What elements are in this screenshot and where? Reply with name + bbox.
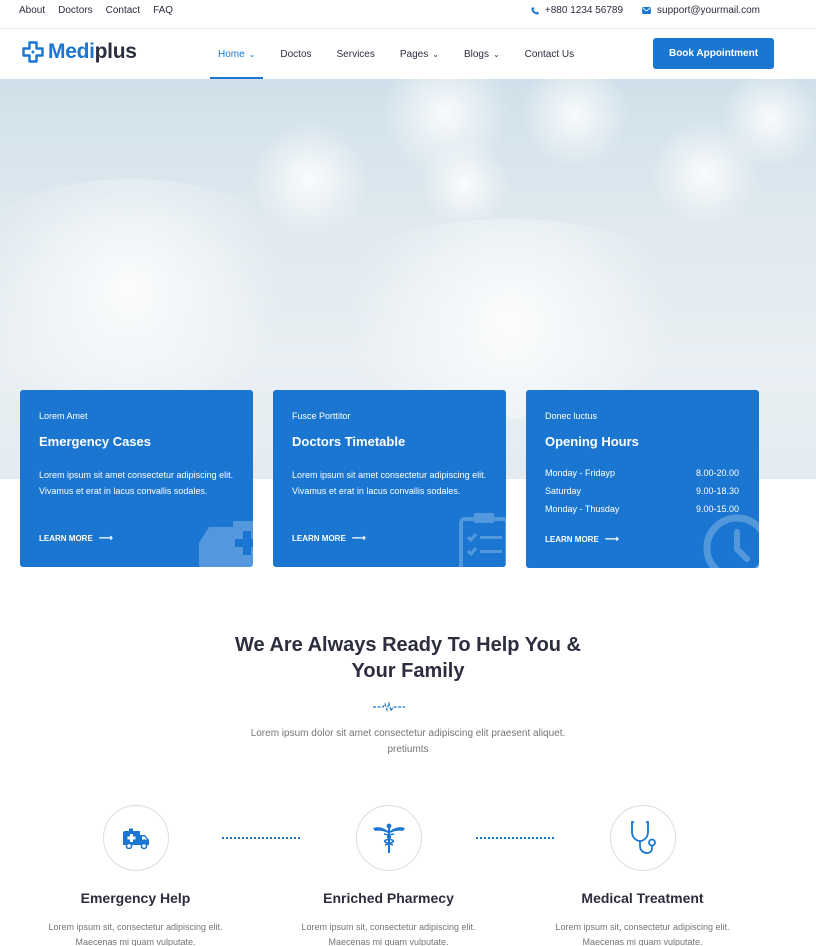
clock-icon — [703, 514, 759, 568]
service-description-line: Lorem ipsum sit, consectetur adipiscing … — [48, 922, 223, 932]
top-email[interactable]: support@yourmail.com — [642, 5, 760, 16]
learn-more-link[interactable]: LEARN MORE ⟶ — [545, 534, 619, 545]
learn-more-label: LEARN MORE — [292, 534, 346, 543]
arrow-right-icon: ⟶ — [604, 534, 620, 545]
logo-text-plus: plus — [94, 40, 137, 63]
service-icon-circle — [102, 805, 169, 871]
top-link-doctors[interactable]: Doctors — [58, 5, 92, 16]
card-kicker: Fusce Porttitor — [292, 411, 351, 421]
nav-home-label: Home — [218, 48, 245, 60]
nav-contact[interactable]: Contact Us — [525, 29, 574, 79]
card-kicker: Lorem Amet — [39, 411, 88, 421]
opening-hours-list: Monday - Fridayp 8.00-20.00 Saturday 9.00-… — [545, 464, 739, 518]
top-links: About Doctors Contact FAQ — [19, 5, 186, 16]
logo-text-medi: Medi — [48, 40, 95, 63]
main-header: Mediplus Home ⌄ Doctos Services Pages ⌄ Bl… — [0, 29, 816, 79]
service-medical-treatment: Medical Treatment Lorem ipsum sit, conse… — [516, 805, 769, 946]
service-description: Lorem ipsum sit, consectetur adipiscing … — [9, 920, 262, 946]
nav-services[interactable]: Services — [337, 29, 375, 79]
service-name: Emergency Help — [80, 890, 191, 906]
chevron-down-icon: ⌄ — [432, 49, 439, 59]
nav-doctors[interactable]: Doctos — [280, 29, 311, 79]
ambulance-icon — [199, 521, 253, 567]
hours-time: 8.00-20.00 — [695, 468, 739, 478]
feature-card-opening-hours: Donec luctus Opening Hours Monday - Frid… — [526, 390, 759, 568]
site-logo[interactable]: Mediplus — [22, 40, 137, 64]
hours-time: 9.00-18.30 — [695, 486, 739, 496]
chevron-down-icon: ⌄ — [248, 49, 256, 59]
service-icon-circle — [355, 805, 422, 871]
learn-more-label: LEARN MORE — [39, 534, 93, 543]
section-title-line: Your Family — [351, 660, 465, 682]
learn-more-link[interactable]: LEARN MORE ⟶ — [292, 533, 366, 544]
hero-bokeh — [300, 219, 720, 419]
stethoscope-icon — [630, 821, 656, 854]
card-title: Doctors Timetable — [292, 434, 406, 449]
hours-row: Monday - Fridayp 8.00-20.00 — [545, 464, 739, 482]
nav-blogs[interactable]: Blogs ⌄ — [464, 29, 500, 79]
hero-bokeh — [520, 79, 630, 169]
top-contact: +880 1234 56789 support@yourmail.com — [512, 5, 760, 16]
ambulance-icon — [122, 828, 149, 849]
top-link-about[interactable]: About — [19, 5, 45, 16]
hours-day: Saturday — [545, 486, 582, 496]
service-description-line: Maecenas mi quam vulputate. — [328, 937, 449, 946]
card-title: Emergency Cases — [39, 434, 152, 449]
top-bar: About Doctors Contact FAQ +880 1234 5678… — [0, 0, 816, 29]
clipboard-icon — [459, 513, 506, 567]
chevron-down-icon: ⌄ — [492, 49, 500, 59]
card-description: Lorem ipsum sit amet consectetur adipisc… — [39, 470, 234, 496]
card-kicker: Donec luctus — [545, 411, 598, 421]
service-name: Medical Treatment — [581, 890, 704, 906]
section-title: We Are Always Ready To Help You & Your F… — [0, 632, 816, 684]
service-description: Lorem ipsum sit, consectetur adipiscing … — [262, 920, 515, 946]
nav-blogs-label: Blogs — [463, 48, 489, 60]
service-emergency-help: Emergency Help Lorem ipsum sit, consecte… — [9, 805, 262, 946]
arrow-right-icon: ⟶ — [98, 533, 114, 544]
envelope-icon — [642, 7, 651, 14]
arrow-right-icon: ⟶ — [351, 533, 367, 544]
nav-pages[interactable]: Pages ⌄ — [400, 29, 439, 79]
nav-pages-label: Pages — [399, 48, 429, 60]
nav-contact-label: Contact Us — [524, 48, 575, 60]
section-title-line: We Are Always Ready To Help You & — [234, 634, 581, 656]
hours-row: Saturday 9.00-18.30 — [545, 482, 739, 500]
nav-services-label: Services — [336, 48, 375, 60]
service-icon-circle — [609, 805, 676, 871]
service-description-line: Maecenas mi quam vulputate. — [75, 937, 196, 946]
top-phone[interactable]: +880 1234 56789 — [531, 5, 623, 16]
logo-text: Mediplus — [48, 40, 137, 64]
phone-icon — [531, 6, 539, 15]
service-description-line: Lorem ipsum sit, consectetur adipiscing … — [301, 922, 476, 932]
heartbeat-divider-icon — [373, 702, 405, 712]
section-subtitle: Lorem ipsum dolor sit amet consectetur a… — [0, 726, 816, 758]
card-title: Opening Hours — [545, 434, 639, 449]
nav-doctors-label: Doctos — [280, 48, 312, 60]
top-link-faq[interactable]: FAQ — [153, 5, 173, 16]
nav-home[interactable]: Home ⌄ — [209, 29, 264, 79]
card-description: Lorem ipsum sit amet consectetur adipisc… — [292, 470, 487, 496]
service-description-line: Lorem ipsum sit, consectetur adipiscing … — [555, 922, 730, 932]
main-nav: Home ⌄ Doctos Services Pages ⌄ Blogs ⌄ Cont… — [209, 29, 574, 79]
learn-more-label: LEARN MORE — [545, 535, 599, 544]
learn-more-link[interactable]: LEARN MORE ⟶ — [39, 533, 113, 544]
caduceus-icon — [372, 823, 405, 853]
feature-card-emergency: Lorem Amet Emergency Cases Lorem ipsum s… — [20, 390, 253, 567]
service-description-line: Maecenas mi quam vulputate. — [582, 937, 703, 946]
section-subtitle-line: pretiumts — [387, 744, 429, 755]
hours-day: Monday - Fridayp — [545, 468, 616, 478]
book-appointment-button[interactable]: Book Appointment — [653, 38, 774, 69]
top-phone-text: +880 1234 56789 — [544, 5, 624, 16]
medical-cross-logo-icon — [22, 41, 44, 63]
service-name: Enriched Pharmecy — [323, 890, 454, 906]
service-enriched-pharmacy: Enriched Pharmecy Lorem ipsum sit, conse… — [262, 805, 515, 946]
hours-day: Monday - Thusday — [545, 504, 620, 514]
service-description: Lorem ipsum sit, consectetur adipiscing … — [516, 920, 769, 946]
top-email-text: support@yourmail.com — [657, 5, 760, 16]
section-subtitle-line: Lorem ipsum dolor sit amet consectetur a… — [250, 728, 566, 739]
feature-card-timetable: Fusce Porttitor Doctors Timetable Lorem … — [273, 390, 506, 567]
top-link-contact[interactable]: Contact — [106, 5, 140, 16]
hero-bokeh — [420, 139, 510, 229]
